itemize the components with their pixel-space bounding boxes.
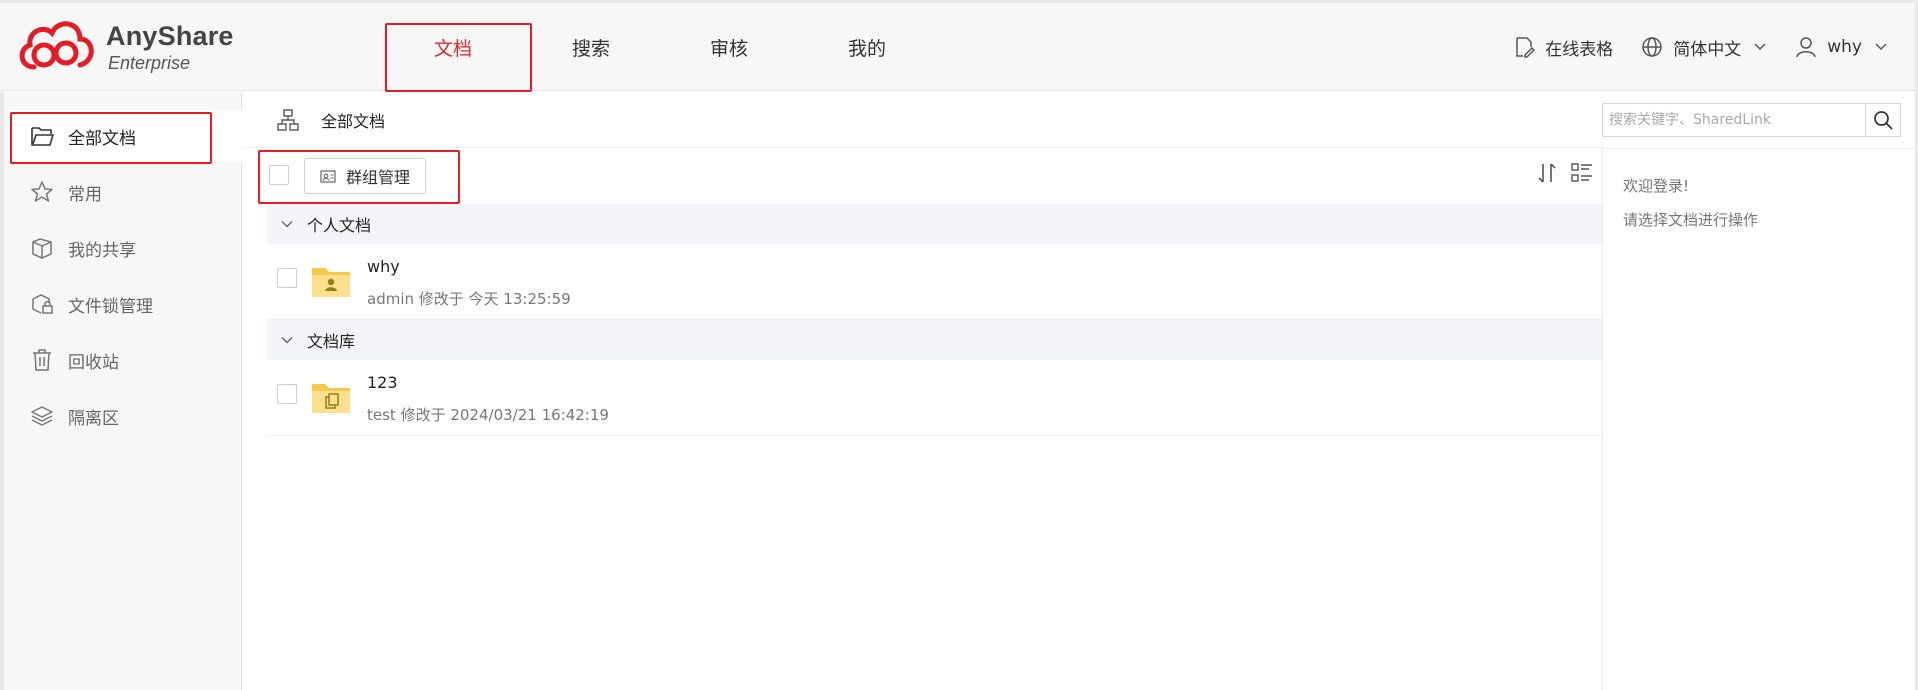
language-selector[interactable]: 简体中文	[1641, 35, 1767, 60]
section-header-personal[interactable]: 个人文档	[267, 204, 1602, 244]
sort-icon[interactable]	[1536, 162, 1558, 184]
sidebar-item-label: 全部文档	[68, 128, 136, 149]
header-actions: 在线表格 简体中文 why	[1485, 3, 1888, 91]
anyshare-logo[interactable]: AnyShare Enterprise	[14, 13, 233, 75]
sidebar-item-label: 我的共享	[68, 240, 136, 261]
item-name[interactable]: why	[367, 257, 400, 276]
chevron-down-icon	[1875, 43, 1887, 51]
list-item[interactable]: why admin 修改于 今天 13:25:59	[267, 244, 1602, 320]
user-name: why	[1827, 37, 1862, 57]
tab-mine[interactable]: 我的	[798, 3, 936, 91]
chevron-down-icon	[1754, 43, 1766, 51]
search-bar	[1602, 92, 1918, 148]
file-lock-icon	[32, 294, 53, 314]
top-header: AnyShare Enterprise 文档 搜索 审核 我的 在线表格 简体中…	[0, 0, 1918, 92]
sidebar-item-recycle-bin[interactable]: 回收站	[8, 334, 246, 386]
sidebar-item-label: 常用	[68, 184, 102, 205]
globe-icon	[1642, 37, 1662, 57]
section-header-library[interactable]: 文档库	[267, 320, 1602, 360]
breadcrumb: 全部文档	[243, 92, 1602, 148]
search-button[interactable]	[1865, 103, 1901, 137]
sidebar-item-label: 文件锁管理	[68, 296, 153, 317]
row-checkbox[interactable]	[277, 384, 297, 404]
row-checkbox[interactable]	[277, 268, 297, 288]
sheet-edit-icon	[1516, 37, 1536, 58]
folder-open-icon	[31, 127, 54, 146]
hint-text: 请选择文档进行操作	[1623, 211, 1759, 229]
chevron-down-icon	[281, 337, 293, 344]
section-title: 文档库	[307, 332, 356, 351]
cloud-logo-icon	[19, 21, 94, 70]
group-management-label: 群组管理	[345, 168, 410, 187]
personal-folder-icon	[312, 268, 350, 297]
brand-subtitle: Enterprise	[108, 53, 191, 73]
library-folder-icon	[312, 384, 350, 413]
brand-name: AnyShare	[106, 21, 234, 51]
welcome-text: 欢迎登录!	[1623, 177, 1690, 195]
star-icon	[31, 181, 53, 202]
sidebar-item-label: 隔离区	[68, 408, 119, 429]
section-title: 个人文档	[307, 216, 372, 235]
main-nav: 文档 搜索 审核 我的	[384, 3, 936, 92]
item-meta: test 修改于 2024/03/21 16:42:19	[367, 406, 609, 424]
user-menu[interactable]: why	[1795, 36, 1888, 58]
trash-icon	[33, 349, 51, 371]
online-sheet-label: 在线表格	[1545, 39, 1614, 60]
group-card-icon	[320, 170, 336, 183]
search-icon	[1874, 111, 1893, 130]
layers-icon	[31, 406, 53, 426]
share-icon	[32, 238, 52, 259]
chevron-down-icon	[281, 221, 293, 228]
file-list-area: 全部文档 群组管理 个人文档 why admin 修改于 今天 13:25:59…	[243, 92, 1602, 690]
online-sheet-link[interactable]: 在线表格	[1513, 35, 1613, 60]
item-name[interactable]: 123	[367, 373, 398, 392]
sidebar-item-quarantine[interactable]: 隔离区	[8, 390, 246, 442]
sidebar-item-all-documents[interactable]: 全部文档	[8, 110, 246, 164]
sidebar-item-my-shares[interactable]: 我的共享	[8, 222, 246, 274]
tab-review[interactable]: 审核	[660, 3, 798, 91]
group-management-button[interactable]: 群组管理	[304, 158, 426, 194]
sidebar-item-label: 回收站	[68, 352, 119, 373]
tab-search[interactable]: 搜索	[522, 3, 660, 91]
hierarchy-icon[interactable]	[277, 108, 299, 131]
list-view-icon[interactable]	[1571, 162, 1593, 184]
language-label: 简体中文	[1673, 39, 1742, 60]
search-input[interactable]	[1602, 103, 1865, 137]
tab-documents[interactable]: 文档	[384, 3, 532, 92]
list-item[interactable]: 123 test 修改于 2024/03/21 16:42:19	[267, 360, 1602, 436]
sidebar: 全部文档 常用 我的共享 文件锁管理 回收站 隔离区	[0, 92, 246, 690]
item-meta: admin 修改于 今天 13:25:59	[367, 290, 571, 308]
sidebar-item-favorites[interactable]: 常用	[8, 166, 246, 218]
sidebar-item-file-locks[interactable]: 文件锁管理	[8, 278, 246, 330]
select-all-checkbox[interactable]	[269, 165, 289, 185]
detail-panel: 欢迎登录! 请选择文档进行操作	[1602, 148, 1918, 690]
breadcrumb-current[interactable]: 全部文档	[321, 108, 385, 132]
user-icon	[1796, 37, 1816, 58]
